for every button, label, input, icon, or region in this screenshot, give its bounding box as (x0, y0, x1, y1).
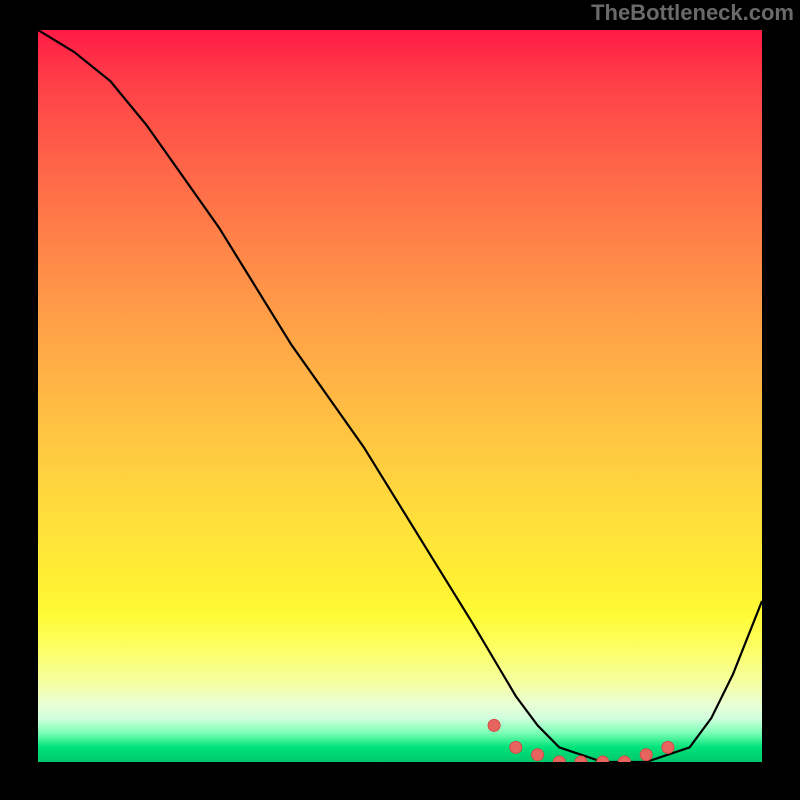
bottleneck-curve-path (38, 30, 762, 762)
bottom-marker (597, 756, 609, 762)
bottom-marker (553, 756, 565, 762)
bottom-marker (640, 749, 652, 761)
chart-frame: TheBottleneck.com (0, 0, 800, 800)
bottom-marker (618, 756, 630, 762)
bottom-markers-group (488, 719, 674, 762)
bottom-marker (532, 749, 544, 761)
chart-svg (38, 30, 762, 762)
watermark-text: TheBottleneck.com (591, 0, 794, 26)
bottom-marker (488, 719, 500, 731)
bottom-marker (662, 741, 674, 753)
bottom-marker (510, 741, 522, 753)
chart-plot-area (38, 30, 762, 762)
